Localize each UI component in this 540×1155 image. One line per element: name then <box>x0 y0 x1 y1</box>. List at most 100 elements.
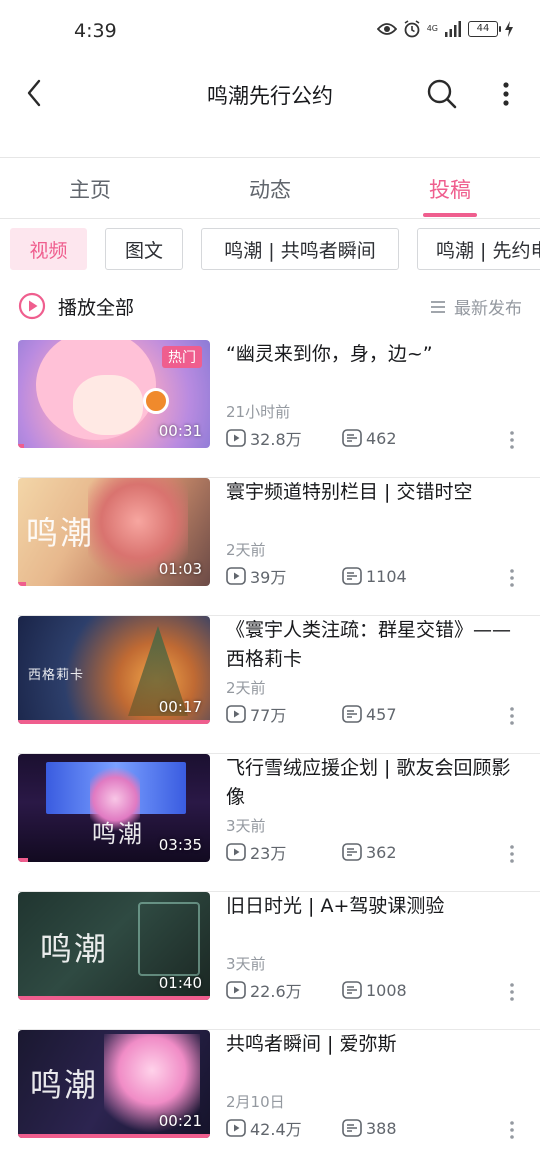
play-box-icon <box>226 429 246 447</box>
more-vertical-icon <box>510 983 514 1001</box>
danmaku-icon <box>342 1119 362 1137</box>
video-more-button[interactable] <box>502 566 522 590</box>
more-options-button[interactable] <box>494 76 518 112</box>
video-publish-time: 3天前 <box>226 817 266 835</box>
play-box-icon <box>226 1119 246 1137</box>
filter-video[interactable]: 视频 <box>10 228 87 270</box>
more-vertical-icon <box>510 845 514 863</box>
video-more-button[interactable] <box>502 842 522 866</box>
video-item[interactable]: 热门 00:31 “幽灵来到你，身，边~” 21小时前 32.8万 462 <box>0 340 540 478</box>
video-title[interactable]: 共鸣者瞬间 | 爱弥斯 <box>226 1030 516 1059</box>
danmaku-count: 1104 <box>366 566 407 586</box>
video-item[interactable]: 鸣潮 00:21 共鸣者瞬间 | 爱弥斯 2月10日 42.4万 388 <box>0 1030 540 1155</box>
filter-radio[interactable]: 鸣潮 | 先约电台 <box>417 228 540 270</box>
network-type: 4G <box>426 24 438 33</box>
more-vertical-icon <box>503 82 509 106</box>
video-stats: 22.6万 1008 <box>226 978 458 1002</box>
video-stats: 77万 457 <box>226 702 458 726</box>
signal-icon <box>445 21 461 37</box>
video-thumbnail[interactable]: 鸣潮 01:40 <box>18 892 210 1000</box>
thumbnail-text: 鸣潮 <box>40 930 109 968</box>
danmaku-icon <box>342 429 362 447</box>
filter-chips: 视频 图文 鸣潮 | 共鸣者瞬间 鸣潮 | 先约电台 <box>0 228 540 270</box>
status-bar: 4:39 4G 44 <box>0 0 540 62</box>
video-thumbnail[interactable]: 鸣潮 01:03 <box>18 478 210 586</box>
video-item[interactable]: 鸣潮 01:40 旧日时光 | A+驾驶课测验 3天前 22.6万 1008 <box>0 892 540 1030</box>
play-circle-icon[interactable] <box>18 292 46 320</box>
thumbnail-text: 鸣潮 <box>92 820 144 848</box>
video-thumbnail[interactable]: 鸣潮 00:21 <box>18 1030 210 1138</box>
thumbnail-text: 鸣潮 <box>30 1066 99 1104</box>
tab-dynamics[interactable]: 动态 <box>215 174 325 204</box>
video-title[interactable]: 寰宇频道特别栏目 | 交错时空 <box>226 478 516 507</box>
watch-progress <box>18 582 26 586</box>
list-controls: 播放全部 最新发布 <box>0 284 540 328</box>
video-more-button[interactable] <box>502 704 522 728</box>
more-vertical-icon <box>510 1121 514 1139</box>
danmaku-count: 362 <box>366 842 397 862</box>
video-title[interactable]: 旧日时光 | A+驾驶课测验 <box>226 892 516 921</box>
video-publish-time: 21小时前 <box>226 403 291 421</box>
video-title[interactable]: 飞行雪绒应援企划 | 歌友会回顾影像 <box>226 754 516 812</box>
view-count: 23万 <box>250 844 287 863</box>
filter-resonator-moment[interactable]: 鸣潮 | 共鸣者瞬间 <box>201 228 399 270</box>
more-vertical-icon <box>510 431 514 449</box>
view-count: 39万 <box>250 568 287 587</box>
video-publish-time: 3天前 <box>226 955 266 973</box>
danmaku-icon <box>342 567 362 585</box>
play-box-icon <box>226 843 246 861</box>
video-thumbnail[interactable]: 鸣潮 03:35 <box>18 754 210 862</box>
thumbnail-text: 鸣潮 <box>26 514 95 552</box>
play-box-icon <box>226 981 246 999</box>
video-duration: 00:17 <box>158 698 202 716</box>
tab-submissions[interactable]: 投稿 <box>395 174 505 204</box>
video-duration: 01:03 <box>158 560 202 578</box>
danmaku-icon <box>342 843 362 861</box>
view-count: 42.4万 <box>250 1120 302 1139</box>
video-more-button[interactable] <box>502 1118 522 1142</box>
video-duration: 00:31 <box>158 422 202 440</box>
sort-button[interactable]: 最新发布 <box>430 294 522 319</box>
video-item[interactable]: 鸣潮 01:03 寰宇频道特别栏目 | 交错时空 2天前 39万 1104 <box>0 478 540 616</box>
video-thumbnail[interactable]: 热门 00:31 <box>18 340 210 448</box>
video-more-button[interactable] <box>502 980 522 1004</box>
search-button[interactable] <box>424 76 460 112</box>
watch-progress <box>18 996 210 1000</box>
tab-home[interactable]: 主页 <box>35 174 145 204</box>
watch-progress <box>18 1134 210 1138</box>
profile-tabs: 主页 动态 投稿 <box>0 158 540 218</box>
video-item[interactable]: 西格莉卡 00:17 《寰宇人类注疏：群星交错》——西格莉卡 2天前 77万 4… <box>0 616 540 754</box>
active-tab-indicator <box>423 213 477 217</box>
watch-progress <box>18 444 24 448</box>
video-title[interactable]: 《寰宇人类注疏：群星交错》——西格莉卡 <box>226 616 516 674</box>
video-publish-time: 2月10日 <box>226 1093 285 1111</box>
filter-article[interactable]: 图文 <box>105 228 183 270</box>
video-duration: 03:35 <box>158 836 202 854</box>
video-publish-time: 2天前 <box>226 541 266 559</box>
video-duration: 01:40 <box>158 974 202 992</box>
battery-icon: 44 <box>468 21 501 37</box>
top-nav-bar: 鸣潮先行公约 <box>0 62 540 126</box>
video-duration: 00:21 <box>158 1112 202 1130</box>
view-count: 22.6万 <box>250 982 302 1001</box>
view-count: 77万 <box>250 706 287 725</box>
status-icons: 4G 44 <box>376 20 514 38</box>
video-thumbnail[interactable]: 西格莉卡 00:17 <box>18 616 210 724</box>
danmaku-icon <box>342 981 362 999</box>
video-item[interactable]: 鸣潮 03:35 飞行雪绒应援企划 | 歌友会回顾影像 3天前 23万 362 <box>0 754 540 892</box>
danmaku-count: 462 <box>366 428 397 448</box>
video-stats: 23万 362 <box>226 840 458 864</box>
video-stats: 32.8万 462 <box>226 426 458 450</box>
play-box-icon <box>226 567 246 585</box>
video-publish-time: 2天前 <box>226 679 266 697</box>
list-sort-icon <box>431 300 445 313</box>
search-icon <box>427 79 457 109</box>
video-more-button[interactable] <box>502 428 522 452</box>
watch-progress <box>18 720 210 724</box>
video-title[interactable]: “幽灵来到你，身，边~” <box>226 340 516 369</box>
play-all-button[interactable]: 播放全部 <box>58 293 134 320</box>
danmaku-count: 388 <box>366 1118 397 1138</box>
play-box-icon <box>226 705 246 723</box>
hot-badge: 热门 <box>162 346 202 368</box>
watch-progress <box>18 858 28 862</box>
